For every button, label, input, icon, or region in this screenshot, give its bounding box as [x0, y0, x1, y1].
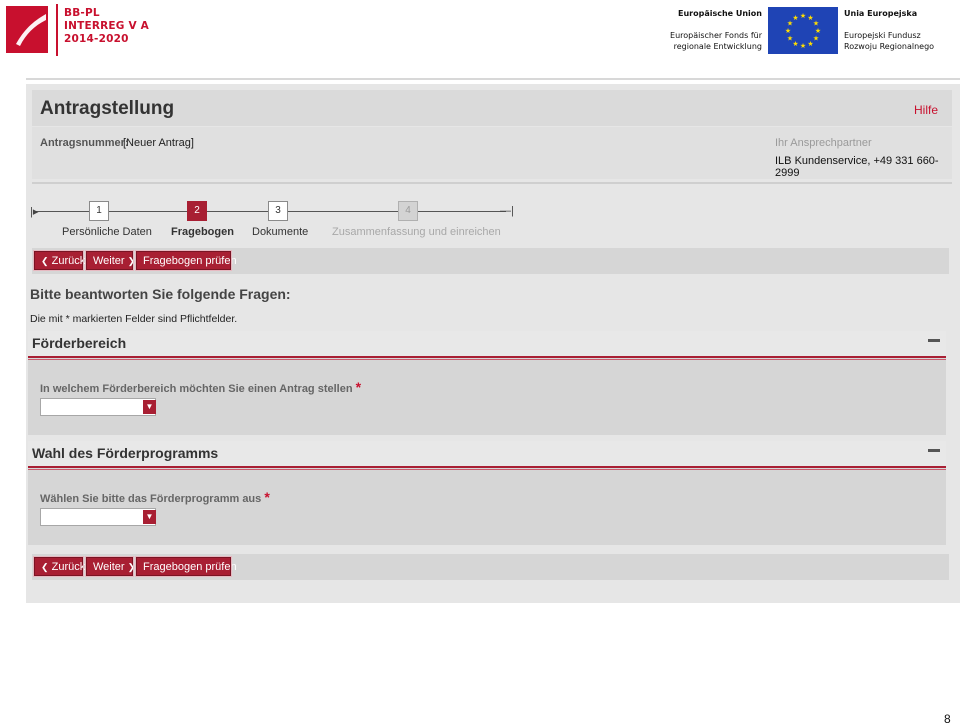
track-end-icon: —|: [500, 205, 514, 217]
check-questionnaire-button[interactable]: Fragebogen prüfen: [135, 556, 237, 577]
section-rule: [28, 469, 946, 470]
interreg-logo-text: BB-PL INTERREG V A 2014-2020: [64, 7, 149, 46]
step-2-label[interactable]: Fragebogen: [171, 226, 234, 238]
eu-star-icon: ★: [815, 27, 821, 35]
eu-star-icon: ★: [785, 27, 791, 35]
collapse-icon[interactable]: [928, 339, 940, 342]
step-1-label[interactable]: Persönliche Daten: [62, 226, 152, 238]
help-link[interactable]: Hilfe: [900, 103, 938, 117]
foerderbereich-select[interactable]: [40, 398, 156, 416]
section-rule: [28, 356, 946, 358]
step-2-box[interactable]: 2: [187, 201, 207, 221]
section-header[interactable]: [28, 331, 946, 357]
eu-star-icon: ★: [813, 35, 819, 43]
field-label-text: In welchem Förderbereich möchten Sie ein…: [40, 383, 353, 395]
eu-star-icon: ★: [787, 35, 793, 43]
eu-sub-pl: Europejski Fundusz: [844, 31, 921, 40]
required-note: Die mit * markierten Felder sind Pflicht…: [30, 313, 238, 325]
field-label: Wählen Sie bitte das Förderprogramm aus …: [40, 489, 270, 505]
eu-text-polish: Unia Europejska Europejski Fundusz Rozwo…: [844, 8, 956, 52]
collapse-icon[interactable]: [928, 449, 940, 452]
foerderprogramm-select[interactable]: [40, 508, 156, 526]
logo-divider: [56, 4, 58, 56]
eu-star-icon: ★: [813, 20, 819, 28]
logo-line: BB-PL: [64, 7, 100, 19]
next-button[interactable]: Weiter ❯: [85, 556, 136, 577]
chevron-right-icon: ❯: [127, 562, 136, 572]
check-questionnaire-button[interactable]: Fragebogen prüfen: [135, 250, 237, 271]
chevron-left-icon: ❮: [41, 256, 49, 266]
page-title: Antragstellung: [40, 98, 175, 119]
eu-text-german: Europäische Union Europäischer Fonds für…: [640, 8, 762, 52]
contact-value: ILB Kundenservice, +49 331 660-2999: [775, 155, 939, 179]
eu-star-icon: ★: [807, 40, 813, 48]
section-title: Wahl des Förderprogramms: [32, 445, 219, 461]
logo-line: 2014-2020: [64, 33, 129, 45]
questions-heading: Bitte beantworten Sie folgende Fragen:: [30, 286, 291, 302]
header-rule: [26, 78, 960, 80]
eu-title-de: Europäische Union: [677, 9, 762, 18]
back-label: Zurück: [51, 255, 86, 267]
eu-sub-pl: Rozwoju Regionalnego: [844, 42, 935, 51]
section-rule: [28, 359, 946, 360]
back-button[interactable]: ❮ Zurück: [33, 556, 86, 577]
eu-star-icon: ★: [800, 12, 806, 20]
eu-title-pl: Unia Europejska: [844, 9, 918, 18]
field-label: In welchem Förderbereich möchten Sie ein…: [40, 379, 361, 395]
step-3-box[interactable]: 3: [268, 201, 288, 221]
step-4-label: Zusammenfassung und einreichen: [332, 226, 501, 238]
application-number-value: [Neuer Antrag]: [123, 137, 194, 149]
back-label: Zurück: [51, 561, 86, 573]
eu-sub-de: Europäischer Fonds für: [670, 31, 762, 40]
next-label: Weiter: [93, 561, 125, 573]
back-button[interactable]: ❮ Zurück: [33, 250, 86, 271]
application-number-label: Antragsnummer:: [40, 137, 129, 149]
contact-label: Ihr Ansprechpartner: [775, 137, 872, 149]
eu-flag-icon: ★ ★ ★ ★ ★ ★ ★ ★ ★ ★ ★ ★: [768, 7, 838, 54]
eu-sub-de: regionale Entwicklung: [673, 42, 762, 51]
step-3-label[interactable]: Dokumente: [252, 226, 308, 238]
step-1-box[interactable]: 1: [89, 201, 109, 221]
required-marker: *: [355, 379, 362, 395]
steps-divider: [32, 182, 952, 184]
interreg-logo-mark: [6, 6, 48, 53]
section-title: Förderbereich: [32, 335, 127, 351]
eu-star-icon: ★: [800, 42, 806, 50]
next-button[interactable]: Weiter ❯: [85, 250, 136, 271]
track-start-icon: |▸: [30, 206, 39, 218]
step-4-box: 4: [398, 201, 418, 221]
field-label-text: Wählen Sie bitte das Förderprogramm aus: [40, 493, 262, 505]
chevron-down-icon[interactable]: ▼: [143, 400, 156, 414]
required-marker: *: [264, 489, 270, 505]
eu-star-icon: ★: [792, 14, 798, 22]
next-label: Weiter: [93, 255, 125, 267]
page-number: 8: [944, 712, 951, 726]
logo-line: INTERREG V A: [64, 20, 149, 32]
chevron-left-icon: ❮: [41, 562, 49, 572]
eu-star-icon: ★: [792, 40, 798, 48]
chevron-right-icon: ❯: [127, 256, 136, 266]
section-rule: [28, 466, 946, 468]
chevron-down-icon[interactable]: ▼: [143, 510, 156, 524]
